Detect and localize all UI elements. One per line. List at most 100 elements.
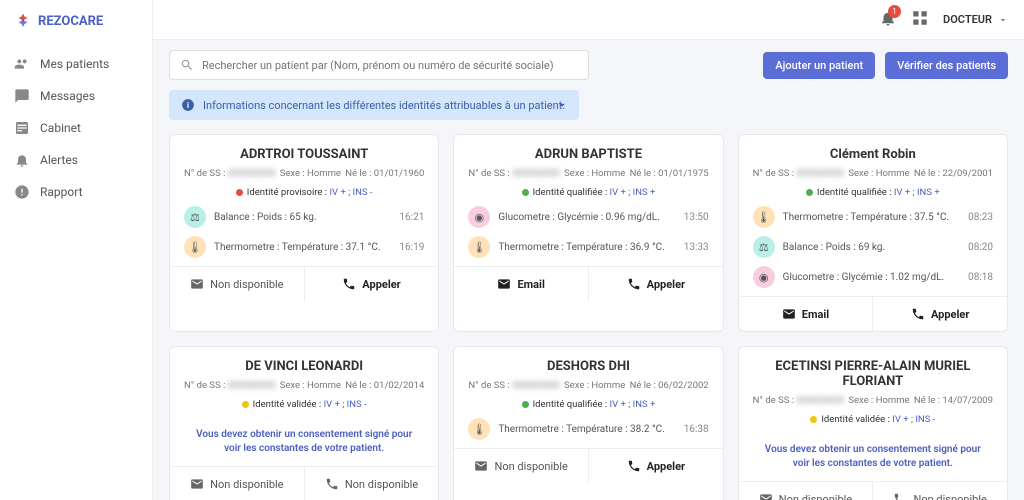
card-actions: Non disponibleAppeler bbox=[170, 266, 438, 301]
consent-notice: Vous devez obtenir un consentement signé… bbox=[753, 433, 993, 481]
email-icon bbox=[190, 277, 204, 291]
measure-text: Thermometre : Température : 37.5 °C. bbox=[783, 212, 960, 223]
measure-text: Glucometre : Glycémie : 0.96 mg/dL. bbox=[498, 212, 675, 223]
measure-text: Thermometre : Température : 37.1 °C. bbox=[214, 242, 391, 253]
measure-icon: 🌡 bbox=[184, 236, 206, 258]
patient-meta: N° de SS : XXXXXXXXSexe : HommeNé le : 0… bbox=[184, 380, 424, 391]
verify-patients-button[interactable]: Vérifier des patients bbox=[885, 52, 1008, 79]
nav-label: Cabinet bbox=[40, 121, 81, 135]
measure-time: 08:20 bbox=[968, 242, 993, 253]
status-dot bbox=[242, 401, 249, 408]
measure-icon: ⚖ bbox=[753, 236, 775, 258]
patient-name: DESHORS DHI bbox=[468, 359, 708, 374]
measure-row: 🌡Thermometre : Température : 36.9 °C.13:… bbox=[468, 236, 708, 258]
card-actions: Non disponibleAppeler bbox=[454, 448, 722, 483]
nav-label: Mes patients bbox=[40, 57, 109, 71]
measure-text: Glucometre : Glycémie : 1.02 mg/dL. bbox=[783, 272, 960, 283]
email-icon bbox=[497, 277, 511, 291]
search-box[interactable] bbox=[169, 50, 589, 80]
identity-status: Identité qualifiée : IV + ; INS + bbox=[468, 187, 708, 198]
status-dot bbox=[810, 416, 817, 423]
card-actions: Non disponibleNon disponible bbox=[170, 466, 438, 500]
logo-icon bbox=[14, 12, 32, 30]
email-icon bbox=[759, 492, 773, 500]
nav-mes-patients[interactable]: Mes patients bbox=[0, 48, 152, 80]
info-icon: i bbox=[181, 98, 195, 112]
topbar: 1 DOCTEUR bbox=[153, 0, 1024, 40]
card-actions: Non disponibleNon disponible bbox=[739, 481, 1007, 500]
search-icon bbox=[180, 58, 194, 72]
nav-cabinet[interactable]: Cabinet bbox=[0, 112, 152, 144]
nav-icon bbox=[14, 120, 30, 136]
notification-button[interactable]: 1 bbox=[879, 9, 897, 30]
call-button[interactable]: Appeler bbox=[873, 297, 1007, 331]
measure-time: 13:50 bbox=[684, 212, 709, 223]
patient-card: ADRTROI TOUSSAINT N° de SS : XXXXXXXXSexe… bbox=[169, 134, 439, 332]
call-button[interactable]: Appeler bbox=[589, 267, 723, 301]
status-dot bbox=[522, 401, 529, 408]
phone-icon bbox=[627, 459, 641, 473]
patient-meta: N° de SS : XXXXXXXXSexe : HommeNé le : 0… bbox=[184, 168, 424, 179]
patient-card: DESHORS DHI N° de SS : XXXXXXXXSexe : Hom… bbox=[453, 346, 723, 500]
measure-icon: 🌡 bbox=[468, 418, 490, 440]
chevron-down-icon bbox=[555, 98, 569, 112]
patient-name: DE VINCI LEONARDI bbox=[184, 359, 424, 374]
apps-icon[interactable] bbox=[911, 9, 929, 30]
nav-alertes[interactable]: Alertes bbox=[0, 144, 152, 176]
call-button[interactable]: Appeler bbox=[589, 449, 723, 483]
nav-label: Rapport bbox=[40, 185, 83, 199]
nav-icon bbox=[14, 184, 30, 200]
patient-meta: N° de SS : XXXXXXXXSexe : HommeNé le : 2… bbox=[753, 168, 993, 179]
email-icon bbox=[474, 459, 488, 473]
nav-label: Alertes bbox=[40, 153, 78, 167]
email-button[interactable]: Email bbox=[454, 267, 589, 301]
measure-row: ⚖ Balance : Poids : 69 kg. 08:20 bbox=[753, 236, 993, 258]
measure-text: Balance : Poids : 69 kg. bbox=[783, 242, 960, 253]
email-icon bbox=[782, 307, 796, 321]
measure-time: 16:21 bbox=[399, 212, 424, 223]
user-label: DOCTEUR bbox=[943, 13, 992, 26]
sidebar: REZOCARE Mes patients Messages Cabinet Aler… bbox=[0, 0, 153, 500]
measure-icon: ◉ bbox=[468, 206, 490, 228]
patient-name: ADRTROI TOUSSAINT bbox=[184, 147, 424, 162]
patient-card: Clément Robin N° de SS : XXXXXXXXSexe : H… bbox=[738, 134, 1008, 332]
card-actions: EmailAppeler bbox=[739, 296, 1007, 331]
phone-icon bbox=[325, 477, 339, 491]
patient-meta: N° de SS : XXXXXXXXSexe : HommeNé le : 0… bbox=[468, 380, 708, 391]
consent-notice: Vous devez obtenir un consentement signé… bbox=[184, 418, 424, 466]
nav-icon bbox=[14, 152, 30, 168]
nav-icon bbox=[14, 56, 30, 72]
info-banner[interactable]: i Informations concernant les différente… bbox=[169, 90, 579, 120]
brand-logo[interactable]: REZOCARE bbox=[0, 12, 152, 48]
patient-name: Clément Robin bbox=[753, 147, 993, 162]
notification-badge: 1 bbox=[888, 5, 901, 18]
measure-text: Balance : Poids : 65 kg. bbox=[214, 212, 391, 223]
identity-status: Identité validée : IV + ; INS - bbox=[184, 399, 424, 410]
identity-status: Identité qualifiée : IV + ; INS + bbox=[753, 187, 993, 198]
identity-status: Identité provisoire : IV + ; INS - bbox=[184, 187, 424, 198]
nav-rapport[interactable]: Rapport bbox=[0, 176, 152, 208]
email-button[interactable]: Email bbox=[739, 297, 874, 331]
measure-icon: ⚖ bbox=[184, 206, 206, 228]
search-input[interactable] bbox=[202, 59, 578, 72]
patient-card: ECETINSI PIERRE-ALAIN MURIEL FLORIANTN° … bbox=[738, 346, 1008, 500]
measure-row: 🌡Thermometre : Température : 37.5 °C.08:… bbox=[753, 206, 993, 228]
patient-name: ECETINSI PIERRE-ALAIN MURIEL FLORIANT bbox=[753, 359, 993, 389]
action-unavailable: Non disponible bbox=[170, 267, 305, 301]
phone-icon bbox=[627, 277, 641, 291]
email-icon bbox=[190, 477, 204, 491]
measure-time: 16:38 bbox=[684, 424, 709, 435]
identity-status: Identité validée : IV + ; INS - bbox=[753, 414, 993, 425]
call-button[interactable]: Appeler bbox=[305, 267, 439, 301]
measure-row: ⚖ Balance : Poids : 65 kg. 16:21 bbox=[184, 206, 424, 228]
user-menu[interactable]: DOCTEUR bbox=[943, 13, 1008, 26]
chevron-down-icon bbox=[998, 15, 1008, 25]
phone-icon bbox=[342, 277, 356, 291]
svg-text:i: i bbox=[187, 100, 189, 110]
measure-time: 08:18 bbox=[968, 272, 993, 283]
add-patient-button[interactable]: Ajouter un patient bbox=[763, 52, 875, 79]
action-unavailable: Non disponible bbox=[739, 482, 874, 500]
measure-text: Thermometre : Température : 38.2 °C. bbox=[498, 424, 675, 435]
measure-row: 🌡Thermometre : Température : 37.1 °C.16:… bbox=[184, 236, 424, 258]
nav-messages[interactable]: Messages bbox=[0, 80, 152, 112]
